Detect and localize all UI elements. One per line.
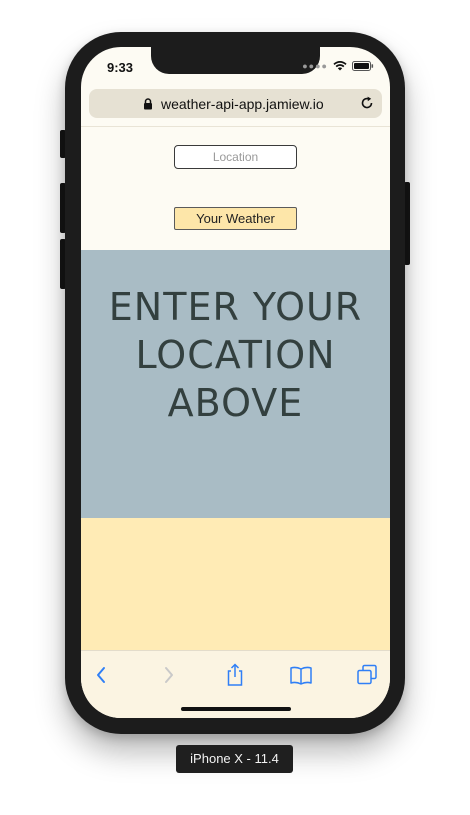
bookmarks-icon[interactable] bbox=[288, 662, 314, 688]
address-bar[interactable]: weather-api-app.jamiew.io bbox=[89, 89, 382, 118]
location-input[interactable] bbox=[174, 145, 297, 169]
url-text[interactable]: weather-api-app.jamiew.io bbox=[161, 96, 324, 112]
simulator-stage: 9:33 ●●●● weather-api-app.jamiew.io Loca… bbox=[0, 0, 470, 815]
device-label: iPhone X - 11.4 bbox=[176, 745, 293, 773]
hero-panel: ENTER YOUR LOCATION ABOVE bbox=[81, 250, 390, 518]
phone-screen: 9:33 ●●●● weather-api-app.jamiew.io Loca… bbox=[81, 47, 390, 718]
forward-icon[interactable] bbox=[155, 662, 181, 688]
hero-message: ENTER YOUR LOCATION ABOVE bbox=[81, 283, 390, 427]
lock-icon bbox=[143, 97, 153, 115]
notch bbox=[151, 47, 320, 74]
home-indicator[interactable] bbox=[181, 707, 291, 711]
cellular-dots-icon: ●●●● bbox=[302, 61, 328, 71]
hero-line-3: ABOVE bbox=[167, 381, 304, 425]
back-icon[interactable] bbox=[89, 662, 115, 688]
hero-line-1: ENTER YOUR bbox=[108, 285, 363, 329]
status-time: 9:33 bbox=[107, 60, 134, 75]
hero-line-2: LOCATION bbox=[135, 333, 336, 377]
wifi-icon bbox=[333, 61, 347, 71]
share-icon[interactable] bbox=[222, 662, 248, 688]
status-icons: ●●●● bbox=[302, 61, 374, 71]
address-bar-divider bbox=[81, 126, 390, 127]
your-weather-button[interactable]: Your Weather bbox=[174, 207, 297, 230]
weather-result-panel bbox=[81, 518, 390, 650]
battery-icon bbox=[352, 61, 374, 71]
tabs-icon[interactable] bbox=[354, 662, 380, 688]
reload-icon[interactable] bbox=[360, 96, 374, 115]
